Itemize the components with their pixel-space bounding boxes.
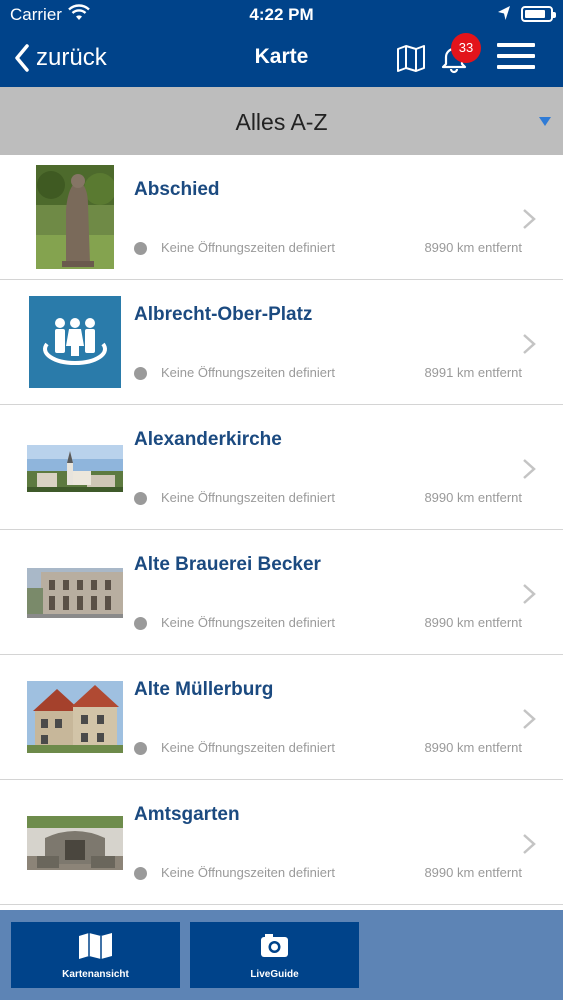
item-title: Abschied — [134, 179, 220, 200]
list-item[interactable]: Alexanderkirche Keine Öffnungszeiten def… — [0, 405, 563, 530]
status-dot — [134, 867, 147, 880]
brewery-photo — [27, 568, 123, 618]
church-photo — [27, 445, 123, 492]
tab-label: LiveGuide — [250, 969, 299, 980]
statue-photo — [36, 165, 114, 269]
battery-fill — [525, 10, 545, 18]
people-square-icon — [29, 296, 121, 388]
opening-hours: Keine Öffnungszeiten definiert — [161, 490, 335, 505]
camera-icon — [261, 934, 288, 957]
map-view-button[interactable] — [395, 43, 427, 73]
chevron-right-icon — [523, 334, 536, 354]
chevron-right-icon — [523, 834, 536, 854]
location-arrow-icon — [497, 5, 511, 26]
list-item[interactable]: Albrecht-Ober-Platz Keine Öffnungszeiten… — [0, 280, 563, 405]
list-item[interactable]: Alte Müllerburg Keine Öffnungszeiten def… — [0, 655, 563, 780]
chevron-right-icon — [523, 459, 536, 479]
distance: 8990 km entfernt — [424, 490, 522, 505]
list-item[interactable]: Amtsgarten Keine Öffnungszeiten definier… — [0, 780, 563, 905]
chevron-right-icon — [523, 709, 536, 729]
map-icon — [397, 45, 425, 72]
navigation-bar: zurück Karte 33 — [0, 30, 563, 87]
opening-hours: Keine Öffnungszeiten definiert — [161, 865, 335, 880]
item-title: Amtsgarten — [134, 804, 240, 825]
status-dot — [134, 617, 147, 630]
tab-liveguide[interactable]: LiveGuide — [190, 922, 359, 988]
clock: 4:22 PM — [249, 5, 314, 24]
distance: 8990 km entfernt — [424, 865, 522, 880]
distance: 8990 km entfernt — [424, 740, 522, 755]
status-dot — [134, 742, 147, 755]
item-title: Alte Müllerburg — [134, 679, 274, 700]
chevron-right-icon — [523, 209, 536, 229]
opening-hours: Keine Öffnungszeiten definiert — [161, 240, 335, 255]
garden-photo — [27, 816, 123, 870]
castle-photo — [27, 681, 123, 753]
map-icon — [79, 933, 112, 959]
tab-kartenansicht[interactable]: Kartenansicht — [11, 922, 180, 988]
distance: 8990 km entfernt — [424, 240, 522, 255]
hamburger-menu-button[interactable] — [497, 43, 535, 73]
opening-hours: Keine Öffnungszeiten definiert — [161, 365, 335, 380]
bottom-tab-bar: Kartenansicht LiveGuide — [0, 910, 563, 1000]
filter-label: Alles A-Z — [235, 109, 328, 135]
distance: 8990 km entfernt — [424, 615, 522, 630]
list-item[interactable]: Alte Brauerei Becker Keine Öffnungszeite… — [0, 530, 563, 655]
status-dot — [134, 492, 147, 505]
tab-label: Kartenansicht — [62, 969, 129, 980]
item-title: Alte Brauerei Becker — [134, 554, 321, 575]
distance: 8991 km entfernt — [424, 365, 522, 380]
item-title: Albrecht-Ober-Platz — [134, 304, 313, 325]
opening-hours: Keine Öffnungszeiten definiert — [161, 740, 335, 755]
chevron-right-icon — [523, 584, 536, 604]
caret-down-icon — [539, 117, 551, 126]
status-dot — [134, 242, 147, 255]
item-title: Alexanderkirche — [134, 429, 282, 450]
poi-list: Abschied Keine Öffnungszeiten definiert … — [0, 155, 563, 905]
list-item[interactable]: Abschied Keine Öffnungszeiten definiert … — [0, 155, 563, 280]
status-bar: Carrier 4:22 PM — [0, 0, 563, 30]
notification-badge: 33 — [451, 33, 481, 63]
battery-icon — [521, 6, 556, 22]
category-filter-dropdown[interactable]: Alles A-Z — [0, 87, 563, 155]
status-dot — [134, 367, 147, 380]
opening-hours: Keine Öffnungszeiten definiert — [161, 615, 335, 630]
